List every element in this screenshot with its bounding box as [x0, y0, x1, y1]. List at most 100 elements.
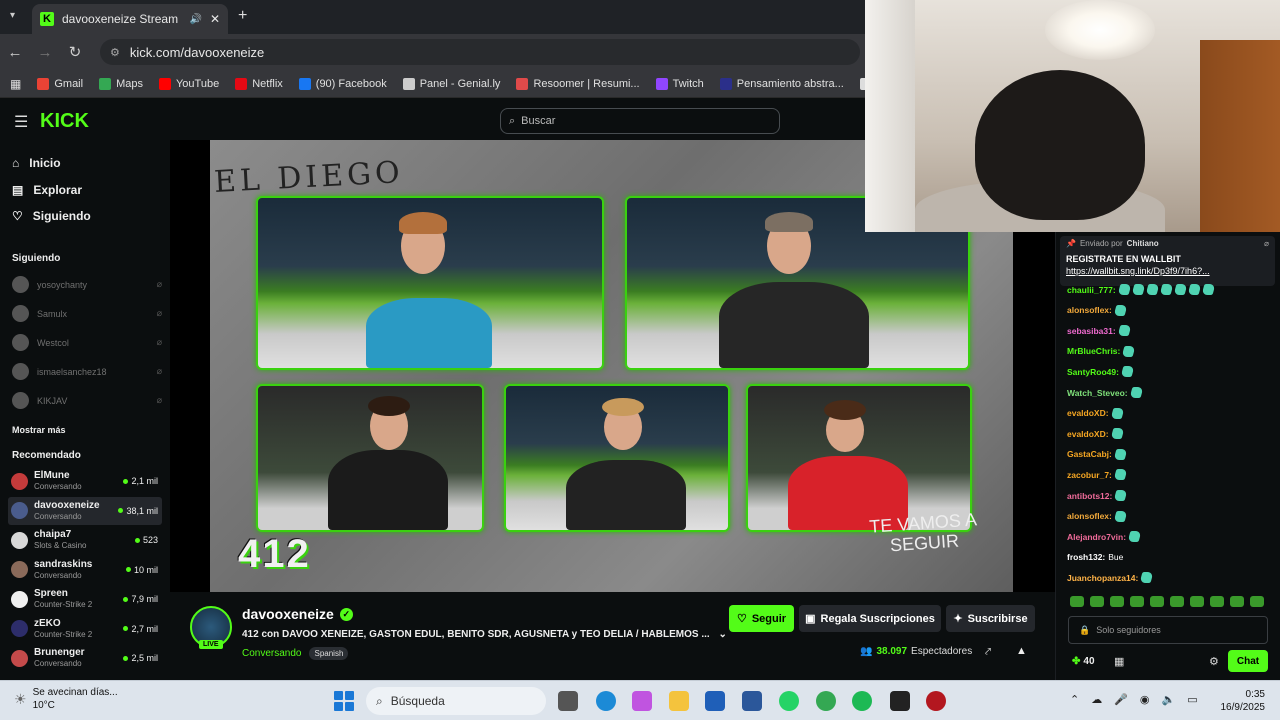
- recommended-item[interactable]: Brunenger Conversando 2,5 mil: [8, 644, 162, 672]
- chat-username[interactable]: GastaCabj:: [1067, 449, 1112, 459]
- kick-logo[interactable]: KICK: [40, 110, 89, 133]
- chat-username[interactable]: evaldoXD:: [1067, 429, 1109, 439]
- spotify-icon[interactable]: [852, 691, 872, 711]
- chat-username[interactable]: Alejandro7vin:: [1067, 532, 1126, 542]
- gift-box-icon[interactable]: ▦: [1114, 655, 1124, 668]
- following-item[interactable]: Samulx ⌀: [12, 305, 162, 322]
- category-link[interactable]: Conversando: [242, 648, 301, 659]
- following-item[interactable]: yosoychanty ⌀: [12, 276, 162, 293]
- following-item[interactable]: ismaelsanchez18 ⌀: [12, 363, 162, 380]
- site-info-icon[interactable]: ⚙: [110, 46, 120, 59]
- close-tab-icon[interactable]: ✕: [210, 12, 220, 26]
- chat-input[interactable]: 🔒 Solo seguidores: [1068, 616, 1268, 644]
- quick-emote-icon[interactable]: [1210, 596, 1224, 607]
- chat-message[interactable]: zacobur_7:: [1067, 469, 1128, 481]
- recommended-item[interactable]: Spreen Counter-Strike 2 7,9 mil: [8, 585, 162, 613]
- recommended-item[interactable]: chaipa7 Slots & Casino 523: [8, 526, 162, 554]
- app-icon[interactable]: [926, 691, 946, 711]
- chat-message[interactable]: SantyRoo49:: [1067, 366, 1135, 378]
- chat-username[interactable]: Watch_Steveo:: [1067, 388, 1128, 398]
- new-tab-button[interactable]: +: [238, 7, 247, 25]
- chat-username[interactable]: antibots12:: [1067, 491, 1112, 501]
- pinned-link[interactable]: https://wallbit.sng.link/Dp3f9/7ih6?...: [1066, 266, 1269, 276]
- chat-username[interactable]: SantyRoo49:: [1067, 367, 1119, 377]
- bookmark-item[interactable]: Twitch: [655, 77, 704, 90]
- whatsapp-icon[interactable]: [779, 691, 799, 711]
- chevron-up-icon[interactable]: ⌃: [1070, 693, 1079, 706]
- sidebar-nav-explorar[interactable]: ▤ Explorar: [12, 183, 82, 197]
- channel-name[interactable]: davooxeneize: [242, 606, 334, 622]
- bookmark-item[interactable]: YouTube: [158, 77, 219, 90]
- quick-emote-icon[interactable]: [1190, 596, 1204, 607]
- follow-button[interactable]: ♡ Seguir: [729, 605, 794, 632]
- quick-emote-icon[interactable]: [1130, 596, 1144, 607]
- chat-message[interactable]: Alejandro7vin:: [1067, 531, 1142, 543]
- quick-emote-icon[interactable]: [1090, 596, 1104, 607]
- gift-subs-button[interactable]: ▣ Regala Suscripciones: [799, 605, 941, 632]
- language-tag[interactable]: Spanish: [309, 647, 349, 660]
- reload-icon[interactable]: ↻: [60, 43, 90, 61]
- chat-username[interactable]: zacobur_7:: [1067, 470, 1112, 480]
- weather-widget[interactable]: ☀ Se avecinan días... 10°C: [14, 687, 118, 712]
- subscribe-button[interactable]: ✦ Suscribirse: [946, 605, 1035, 632]
- unpin-icon[interactable]: ⌀: [1264, 239, 1269, 248]
- bookmark-item[interactable]: Netflix: [235, 77, 283, 90]
- bookmark-item[interactable]: (90) Facebook: [298, 77, 387, 90]
- chat-username[interactable]: MrBlueChris:: [1067, 346, 1120, 356]
- chat-username[interactable]: chaulii_777:: [1067, 285, 1116, 295]
- chat-message[interactable]: GastaCabj:: [1067, 448, 1128, 460]
- microphone-icon[interactable]: 🎤: [1114, 693, 1128, 706]
- recommended-item[interactable]: ElMune Conversando 2,1 mil: [8, 467, 162, 495]
- quick-emote-icon[interactable]: [1110, 596, 1124, 607]
- word-icon[interactable]: [742, 691, 762, 711]
- quick-emote-icon[interactable]: [1070, 596, 1084, 607]
- recommended-item[interactable]: davooxeneize Conversando 38,1 mil: [8, 496, 162, 525]
- channel-points[interactable]: ✤ 40: [1072, 656, 1095, 667]
- chat-username[interactable]: alonsoflex:: [1067, 511, 1112, 521]
- chat-username[interactable]: sebasiba31:: [1067, 326, 1116, 336]
- apps-grid-icon[interactable]: ▦: [10, 77, 21, 91]
- quick-emote-icon[interactable]: [1250, 596, 1264, 607]
- hamburger-menu-icon[interactable]: ☰: [14, 112, 28, 132]
- tab-list-chevron-icon[interactable]: ▾: [10, 10, 15, 21]
- report-icon[interactable]: ▲: [1016, 645, 1027, 657]
- task-view-icon[interactable]: [558, 691, 578, 711]
- wifi-icon[interactable]: ◉: [1140, 693, 1150, 706]
- quick-emote-icon[interactable]: [1150, 596, 1164, 607]
- chat-message[interactable]: sebasiba31:: [1067, 325, 1132, 337]
- bookmark-item[interactable]: Gmail: [37, 77, 83, 90]
- capcut-icon[interactable]: [890, 691, 910, 711]
- chat-message[interactable]: alonsoflex:: [1067, 304, 1128, 316]
- chat-username[interactable]: evaldoXD:: [1067, 408, 1109, 418]
- chat-message[interactable]: frosh132: Bue: [1067, 552, 1123, 562]
- chevron-down-icon[interactable]: ⌄: [718, 629, 726, 640]
- share-icon[interactable]: ⤤: [985, 646, 991, 659]
- cloud-icon[interactable]: ☁: [1091, 693, 1102, 706]
- volume-icon[interactable]: 🔈: [1162, 693, 1176, 706]
- start-button[interactable]: [334, 691, 354, 711]
- bookmark-item[interactable]: Resoomer | Resumi...: [516, 77, 640, 90]
- chat-message[interactable]: Watch_Steveo:: [1067, 387, 1144, 398]
- copilot-icon[interactable]: [632, 691, 652, 711]
- quick-emote-icon[interactable]: [1230, 596, 1244, 607]
- chat-message[interactable]: antibots12:: [1067, 490, 1128, 501]
- forward-arrow-icon[interactable]: →: [30, 44, 60, 61]
- chat-message[interactable]: evaldoXD:: [1067, 428, 1125, 440]
- chat-username[interactable]: frosh132:: [1067, 552, 1105, 562]
- pinned-message[interactable]: 📌 Enviado por Chitiano ⌀ REGISTRATE EN W…: [1060, 236, 1275, 286]
- chrome-icon[interactable]: [816, 691, 836, 711]
- chat-message[interactable]: alonsoflex:: [1067, 510, 1128, 522]
- recommended-item[interactable]: sandraskins Conversando 10 mil: [8, 556, 162, 584]
- bookmark-item[interactable]: Maps: [99, 77, 143, 90]
- browser-tab[interactable]: K davooxeneize Stream - Wa 🔊 ✕: [32, 4, 228, 34]
- chat-message[interactable]: chaulii_777:: [1067, 284, 1216, 295]
- edge-icon[interactable]: [596, 691, 616, 711]
- store-icon[interactable]: [705, 691, 725, 711]
- following-item[interactable]: Westcol ⌀: [12, 334, 162, 351]
- bookmark-item[interactable]: Pensamiento abstra...: [719, 77, 844, 90]
- search-input[interactable]: ⌕ Buscar: [500, 108, 780, 134]
- chat-message[interactable]: evaldoXD:: [1067, 407, 1125, 419]
- gear-icon[interactable]: ⚙: [1209, 655, 1219, 668]
- chat-message[interactable]: Juanchopanza14:: [1067, 572, 1154, 584]
- speaker-icon[interactable]: 🔊: [189, 14, 201, 25]
